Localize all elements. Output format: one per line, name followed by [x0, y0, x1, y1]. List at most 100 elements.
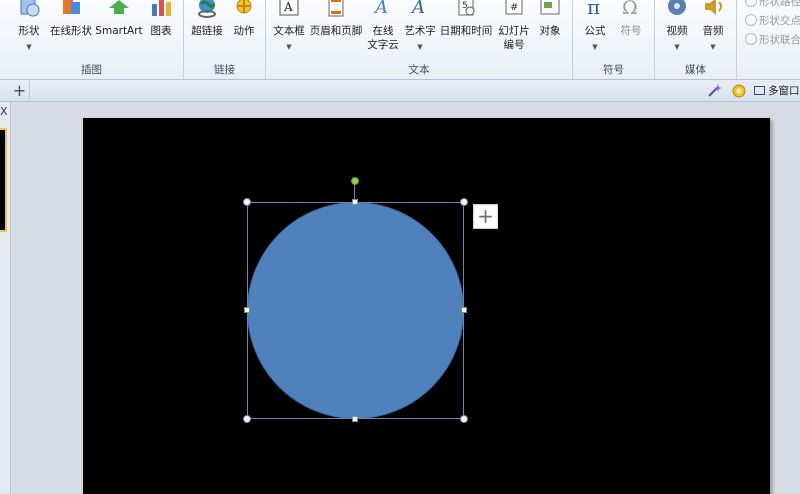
header-footer-icon: [328, 0, 344, 17]
slide-number-label: 幻灯片: [498, 25, 530, 37]
slide-number-icon: #: [505, 0, 523, 15]
hyperlink-label: 超链接: [191, 25, 223, 37]
header-footer-label: 页眉和页脚: [309, 25, 363, 37]
layout-options-button[interactable]: +: [473, 204, 498, 229]
chart-label: 图表: [150, 25, 172, 37]
illustrations-group-label: 插图: [81, 64, 102, 76]
equation-icon: π: [587, 0, 600, 18]
date-time-icon: 5: [458, 0, 475, 16]
resize-handle-bottom-right[interactable]: [460, 415, 468, 423]
chevron-down-icon: ▼: [592, 43, 598, 51]
chevron-down-icon: ▼: [26, 43, 32, 51]
slide-thumbnail-pane: X: [0, 102, 11, 494]
resize-handle-top[interactable]: [352, 199, 358, 205]
shape-path-button[interactable]: 形状路径: [745, 0, 800, 9]
chart-icon: [152, 0, 171, 16]
shape-union-icon: [745, 33, 757, 45]
equation-button[interactable]: π 公式 ▼: [579, 0, 611, 51]
resize-handle-left[interactable]: [244, 307, 250, 313]
online-shapes-button[interactable]: 在线形状: [48, 0, 94, 37]
shapes-icon: [20, 0, 40, 17]
audio-icon: [705, 0, 722, 15]
symbols-group: π 公式 ▼ Ω 符号 符号: [573, 0, 655, 79]
shapes-label: 形状: [18, 25, 40, 37]
window-icon: [754, 86, 765, 95]
video-button[interactable]: 视频 ▼: [661, 0, 693, 51]
chevron-down-icon: ▼: [417, 43, 423, 51]
wordart-icon: A: [410, 0, 425, 18]
video-label: 视频: [666, 25, 688, 37]
chevron-down-icon: ▼: [286, 43, 292, 51]
close-pane-icon[interactable]: X: [0, 106, 10, 118]
action-label: 动作: [233, 25, 255, 37]
multi-window-button[interactable]: 多窗口: [754, 83, 800, 98]
links-group-label: 链接: [214, 64, 235, 76]
document-tab-strip: + 多窗口: [0, 80, 800, 102]
slide-canvas[interactable]: +: [83, 118, 770, 494]
smartart-icon: [109, 0, 129, 14]
svg-text:A: A: [373, 0, 388, 18]
resize-handle-bottom-left[interactable]: [243, 415, 251, 423]
resize-handle-right[interactable]: [461, 307, 467, 313]
illustrations-group: 形状 ▼ 在线形状 SmartArt 图表 插图: [0, 0, 184, 79]
equation-label: 公式: [584, 25, 606, 37]
smartart-label: SmartArt: [95, 25, 143, 37]
object-icon: [540, 0, 560, 15]
shape-path-label: 形状路径: [759, 0, 800, 8]
hyperlink-button[interactable]: 超链接: [188, 0, 226, 37]
rotate-handle[interactable]: [351, 177, 359, 185]
text-group: A 文本框 ▼ 页眉和页脚 A 在线 文字云 A 艺术字 ▼ 5 日期和时间 #…: [266, 0, 573, 79]
action-icon: [236, 0, 252, 14]
wordart-button[interactable]: A 艺术字 ▼: [402, 0, 438, 51]
add-tab-button[interactable]: +: [10, 81, 30, 100]
chart-button[interactable]: 图表: [146, 0, 176, 37]
online-shapes-icon: [63, 0, 80, 14]
textbox-icon: A: [279, 0, 299, 16]
svg-text:π: π: [587, 0, 600, 18]
date-time-button[interactable]: 5 日期和时间: [438, 0, 494, 37]
textbox-label: 文本框: [273, 25, 305, 37]
svg-text:A: A: [410, 0, 425, 18]
resize-handle-top-right[interactable]: [460, 198, 468, 206]
media-group-label: 媒体: [685, 64, 706, 76]
symbol-icon: Ω: [622, 0, 638, 18]
settings-gear-icon[interactable]: [731, 83, 747, 99]
slide-thumbnail[interactable]: [0, 128, 7, 232]
header-footer-button[interactable]: 页眉和页脚: [308, 0, 364, 37]
shape-path-icon: [745, 0, 757, 7]
hyperlink-icon: [198, 0, 216, 18]
video-icon: [668, 0, 686, 15]
object-button[interactable]: 对象: [534, 0, 566, 37]
media-group: 视频 ▼ 音频 ▼ 媒体: [655, 0, 737, 79]
slide-editor: +: [11, 102, 800, 494]
ribbon: 形状 ▼ 在线形状 SmartArt 图表 插图 超链接 动作 链接 A 文本框…: [0, 0, 800, 80]
online-shapes-label: 在线形状: [50, 25, 92, 37]
shape-union-label: 形状联合: [759, 34, 800, 46]
svg-text:Ω: Ω: [622, 0, 638, 18]
audio-button[interactable]: 音频 ▼: [697, 0, 729, 51]
svg-text:#: #: [510, 2, 518, 13]
symbol-button[interactable]: Ω 符号: [615, 0, 647, 37]
shape-union-button[interactable]: 形状联合: [745, 32, 800, 47]
online-wordcloud-button[interactable]: A 在线 文字云: [364, 0, 402, 51]
shapes-button[interactable]: 形状 ▼: [10, 0, 48, 51]
magic-wand-icon[interactable]: [706, 83, 722, 99]
audio-label: 音频: [702, 25, 724, 37]
slide-number-button[interactable]: # 幻灯片 编号: [494, 0, 534, 51]
symbols-group-label: 符号: [603, 64, 624, 76]
textbox-button[interactable]: A 文本框 ▼: [270, 0, 308, 51]
chevron-down-icon: ▼: [674, 43, 680, 51]
multi-window-label: 多窗口: [768, 85, 800, 97]
date-time-label: 日期和时间: [439, 25, 493, 37]
selection-box: [247, 202, 464, 419]
resize-handle-bottom[interactable]: [352, 416, 358, 422]
action-button[interactable]: 动作: [228, 0, 260, 37]
smartart-button[interactable]: SmartArt: [94, 0, 144, 37]
chevron-down-icon: ▼: [710, 43, 716, 51]
svg-text:A: A: [283, 0, 293, 14]
online-wordcloud-label2: 文字云: [367, 39, 399, 51]
symbol-label: 符号: [620, 25, 642, 37]
slide-number-label2: 编号: [503, 39, 525, 51]
shape-intersect-button[interactable]: 形状交点: [745, 13, 800, 28]
resize-handle-top-left[interactable]: [243, 198, 251, 206]
